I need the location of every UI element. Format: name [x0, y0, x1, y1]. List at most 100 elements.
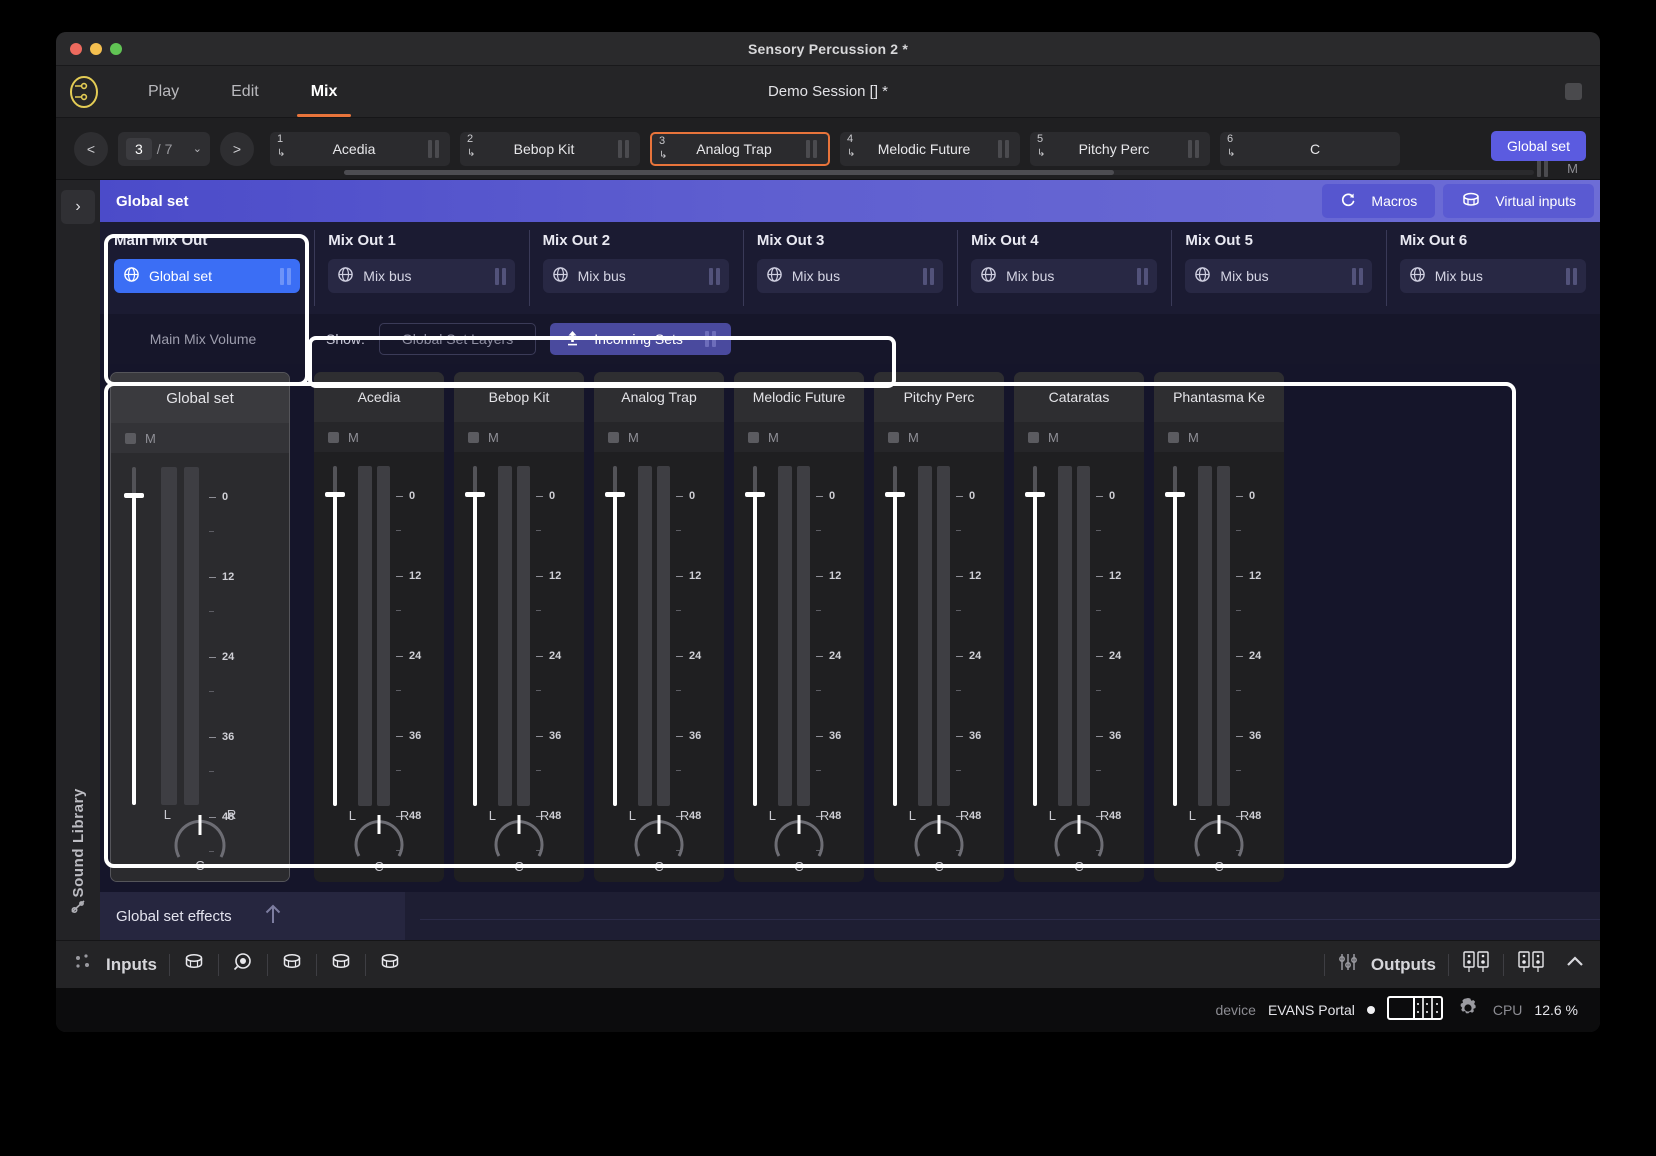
mix-bus-button-4[interactable]: Mix bus [971, 259, 1158, 293]
kit-grip-icon[interactable] [1188, 139, 1202, 158]
fader-handle[interactable] [124, 493, 144, 498]
snare-drum-icon[interactable] [280, 950, 304, 979]
bus-grip-icon[interactable] [494, 267, 506, 285]
audio-interface-icon[interactable] [1386, 993, 1443, 1028]
channel-strip-master[interactable]: Global set M 0 12 24 36 48 L R C [110, 372, 290, 882]
bus-grip-icon[interactable] [1565, 267, 1577, 285]
drum-tom-icon[interactable] [182, 950, 206, 979]
kit-scrollbar[interactable] [344, 170, 1534, 175]
mute-button[interactable]: M [1048, 430, 1059, 445]
tom-drum-icon[interactable] [329, 950, 353, 979]
pan-control[interactable]: L R C [594, 802, 724, 874]
chevron-down-icon[interactable]: ⌄ [193, 142, 202, 155]
record-arm-button[interactable] [125, 432, 136, 444]
fader-handle[interactable] [605, 492, 625, 497]
record-arm-button[interactable] [1168, 431, 1179, 443]
panel-toggle-button[interactable] [1565, 83, 1582, 100]
mix-bus-button-6[interactable]: Mix bus [1399, 259, 1586, 293]
macros-button[interactable]: Macros [1322, 184, 1436, 218]
floor-tom-icon[interactable] [378, 950, 402, 979]
mix-bus-button-3[interactable]: Mix bus [756, 259, 944, 293]
bus-grip-icon[interactable] [708, 267, 720, 285]
pan-control[interactable]: L R C [734, 802, 864, 874]
bus-grip-icon[interactable] [1351, 267, 1363, 285]
mute-button[interactable]: M [488, 430, 499, 445]
mute-button[interactable]: M [768, 430, 779, 445]
record-arm-button[interactable] [748, 431, 759, 443]
fader-handle[interactable] [1025, 492, 1045, 497]
channel-strip-analog-trap[interactable]: Analog Trap M 0 12 24 36 48 L R C [594, 372, 724, 882]
mute-button[interactable]: M [145, 431, 156, 446]
kit-mute-control[interactable]: M [1537, 159, 1578, 177]
virtual-inputs-button[interactable]: Virtual inputs [1443, 184, 1594, 218]
kit-tab-2[interactable]: 2 ↳ Bebop Kit [460, 131, 640, 166]
volume-fader[interactable] [465, 466, 485, 806]
next-kit-button[interactable]: > [220, 131, 254, 166]
kit-grip-icon[interactable] [1537, 159, 1551, 177]
show-incoming-sets-option[interactable]: Incoming Sets [550, 323, 731, 355]
kit-grip-icon[interactable] [998, 139, 1012, 158]
kit-tab-1[interactable]: 1 ↳ Acedia [270, 131, 450, 166]
record-arm-button[interactable] [468, 431, 479, 443]
bus-grip-icon[interactable] [280, 267, 292, 285]
sound-library-icon[interactable] [68, 897, 88, 922]
fader-handle[interactable] [325, 492, 345, 497]
main-mix-bus-button[interactable]: Global set [114, 259, 301, 293]
channel-strip-cataratas[interactable]: Cataratas M 0 12 24 36 48 L R C [1014, 372, 1144, 882]
mix-bus-button-1[interactable]: Mix bus [328, 259, 515, 293]
record-arm-button[interactable] [328, 431, 339, 443]
channel-strip-melodic-future[interactable]: Melodic Future M 0 12 24 36 48 L R C [734, 372, 864, 882]
device-name[interactable]: EVANS Portal [1268, 1002, 1355, 1018]
volume-fader[interactable] [325, 466, 345, 806]
mute-button[interactable]: M [908, 430, 919, 445]
mute-button[interactable]: M [628, 430, 639, 445]
pan-control[interactable]: L R C [874, 802, 1004, 874]
speaker-pair-icon-2[interactable] [1516, 949, 1546, 980]
kit-grip-icon[interactable] [806, 139, 820, 158]
pan-control[interactable]: L R C [454, 802, 584, 874]
kit-grip-icon[interactable] [618, 139, 632, 158]
fader-handle[interactable] [745, 492, 765, 497]
pan-control[interactable]: L R C [1154, 802, 1284, 874]
kit-tab-4[interactable]: 4 ↳ Melodic Future [840, 131, 1020, 166]
effects-expand-icon[interactable] [260, 901, 286, 932]
pan-control[interactable]: L R C [111, 801, 289, 873]
pan-control[interactable]: L R C [1014, 802, 1144, 874]
volume-fader[interactable] [1165, 466, 1185, 806]
kit-tab-6[interactable]: 6 ↳ C [1220, 131, 1400, 166]
mute-button[interactable]: M [1188, 430, 1199, 445]
kit-page-box[interactable]: 3 / 7 ⌄ [118, 131, 210, 166]
global-set-button[interactable]: Global set [1490, 131, 1586, 161]
bus-grip-icon[interactable] [1137, 267, 1149, 285]
fader-handle[interactable] [465, 492, 485, 497]
volume-fader[interactable] [1025, 466, 1045, 806]
tab-play[interactable]: Play [122, 66, 205, 117]
mute-button[interactable]: M [348, 430, 359, 445]
volume-fader[interactable] [124, 467, 144, 805]
channel-strip-acedia[interactable]: Acedia M 0 12 24 36 48 L R C [314, 372, 444, 882]
kit-tab-3[interactable]: 3 ↳ Analog Trap [650, 131, 830, 166]
volume-fader[interactable] [885, 466, 905, 806]
sound-library-label[interactable]: Sound Library [70, 778, 87, 897]
tab-edit[interactable]: Edit [205, 66, 285, 117]
tab-mix[interactable]: Mix [285, 66, 364, 117]
channel-strip-phantasma-ke[interactable]: Phantasma Ke M 0 12 24 36 48 L R C [1154, 372, 1284, 882]
bus-grip-icon[interactable] [923, 267, 935, 285]
mix-bus-button-2[interactable]: Mix bus [542, 259, 729, 293]
record-arm-button[interactable] [888, 431, 899, 443]
show-global-set-layers-option[interactable]: Global Set Layers [378, 323, 537, 355]
kit-grip-icon[interactable] [428, 139, 442, 158]
volume-fader[interactable] [605, 466, 625, 806]
kit-tab-5[interactable]: 5 ↳ Pitchy Perc [1030, 131, 1210, 166]
fader-handle[interactable] [1165, 492, 1185, 497]
speaker-pair-icon-1[interactable] [1461, 949, 1491, 980]
volume-fader[interactable] [745, 466, 765, 806]
record-arm-button[interactable] [608, 431, 619, 443]
collapse-panel-icon[interactable] [1564, 952, 1586, 977]
mix-bus-button-5[interactable]: Mix bus [1185, 259, 1372, 293]
pan-control[interactable]: L R C [314, 802, 444, 874]
channel-strip-pitchy-perc[interactable]: Pitchy Perc M 0 12 24 36 48 L R C [874, 372, 1004, 882]
record-arm-button[interactable] [1028, 431, 1039, 443]
prev-kit-button[interactable]: < [74, 131, 108, 166]
gear-icon[interactable] [1455, 995, 1481, 1026]
